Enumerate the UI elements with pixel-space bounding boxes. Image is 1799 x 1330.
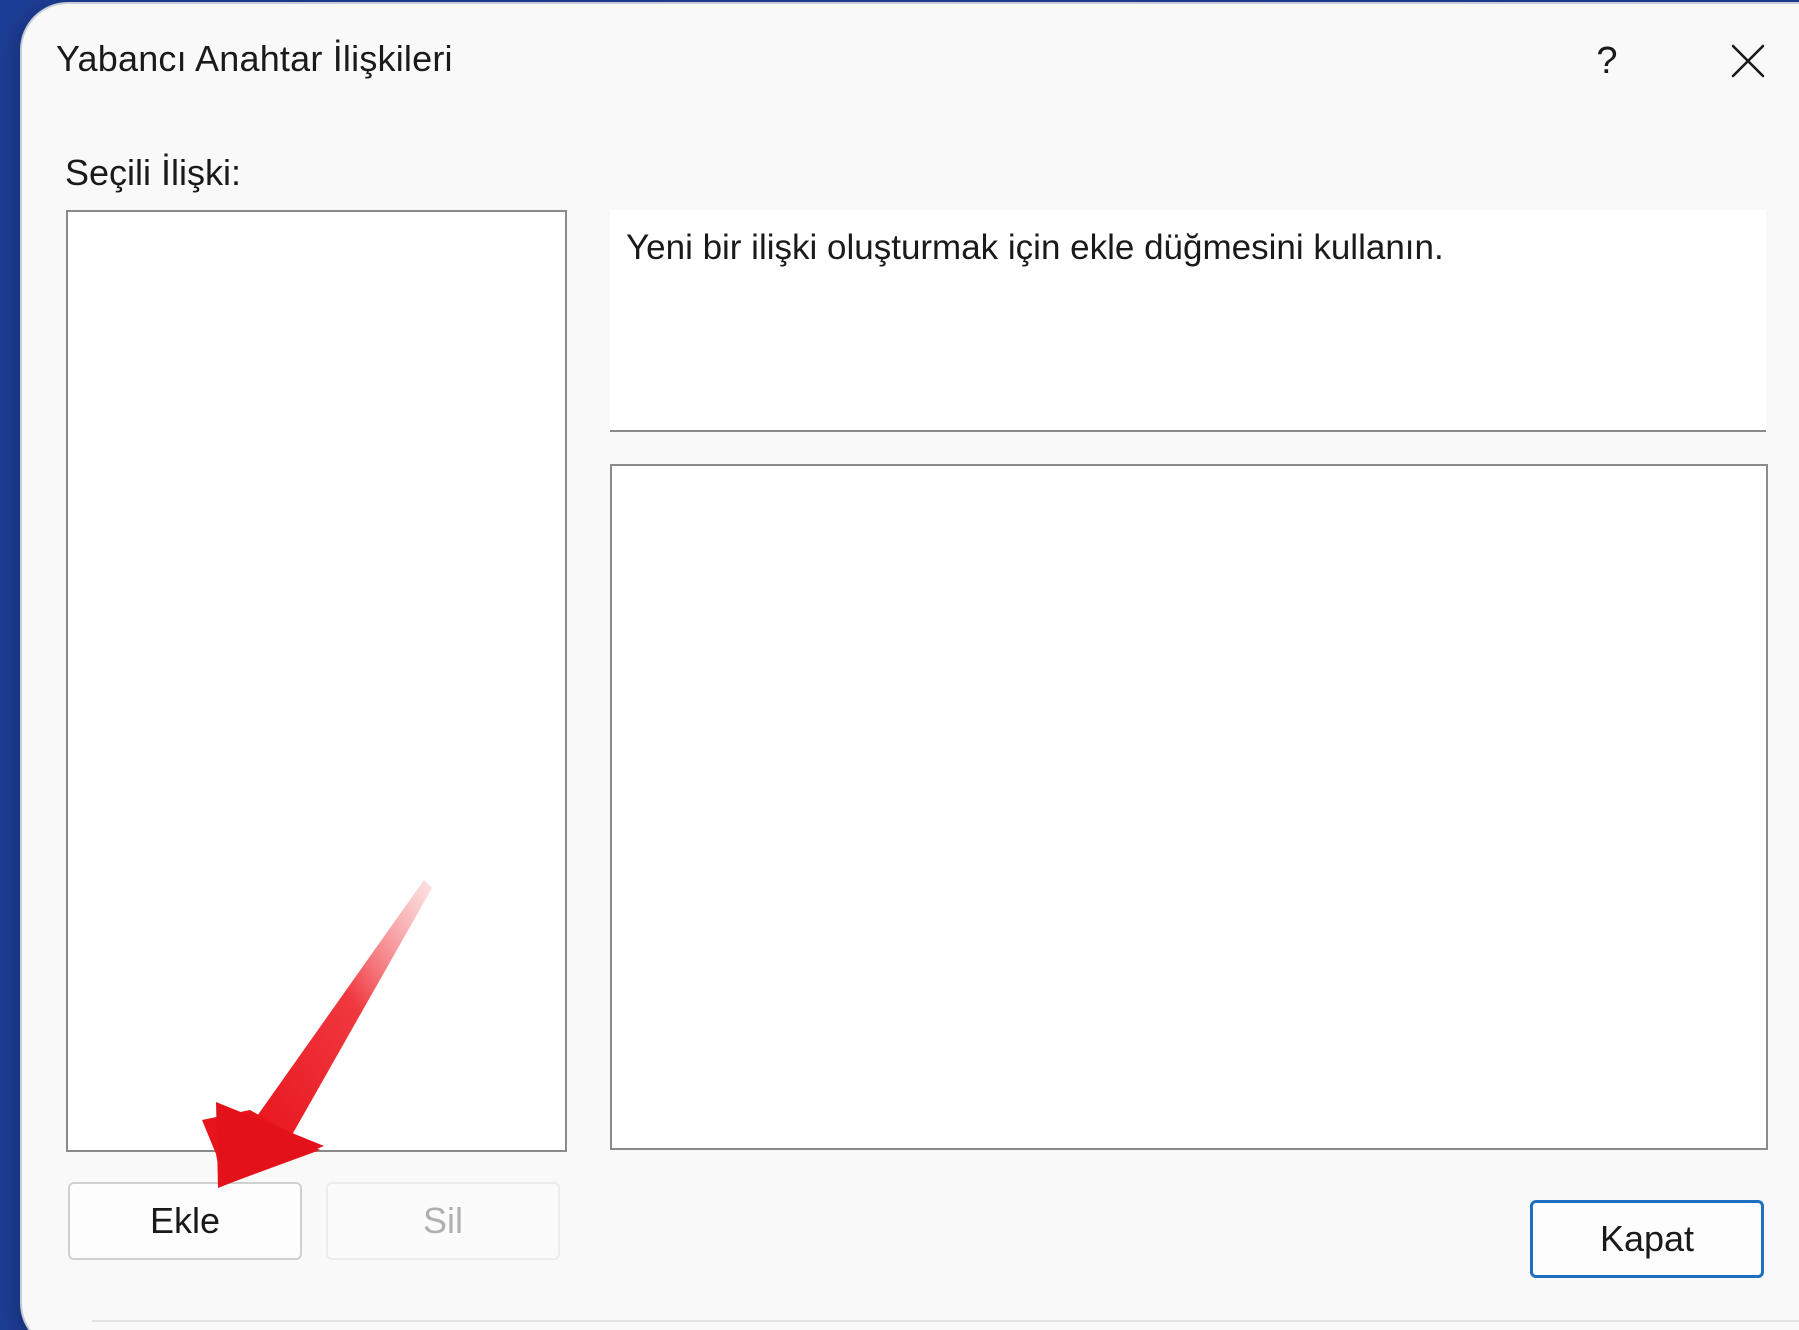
add-button[interactable]: Ekle <box>68 1182 302 1260</box>
close-window-button[interactable] <box>1698 30 1798 92</box>
foreign-key-relationships-dialog: Yabancı Anahtar İlişkileri ? Seçili İliş… <box>22 4 1799 1330</box>
selected-relation-label: Seçili İlişki: <box>65 152 242 193</box>
title-bar: Yabancı Anahtar İlişkileri ? <box>22 4 1799 114</box>
close-icon <box>1731 44 1765 78</box>
desktop-background: Yabancı Anahtar İlişkileri ? Seçili İliş… <box>0 0 1799 1330</box>
dialog-title: Yabancı Anahtar İlişkileri <box>56 38 453 79</box>
delete-button[interactable]: Sil <box>326 1182 560 1260</box>
relation-description-text: Yeni bir ilişki oluşturmak için ekle düğ… <box>626 228 1444 267</box>
relation-description-box: Yeni bir ilişki oluşturmak için ekle düğ… <box>610 210 1766 432</box>
close-dialog-button[interactable]: Kapat <box>1530 1200 1764 1278</box>
dialog-bottom-divider <box>92 1320 1799 1322</box>
help-button[interactable]: ? <box>1562 30 1652 92</box>
relation-properties-grid[interactable] <box>610 464 1768 1150</box>
relation-list[interactable] <box>66 210 567 1152</box>
